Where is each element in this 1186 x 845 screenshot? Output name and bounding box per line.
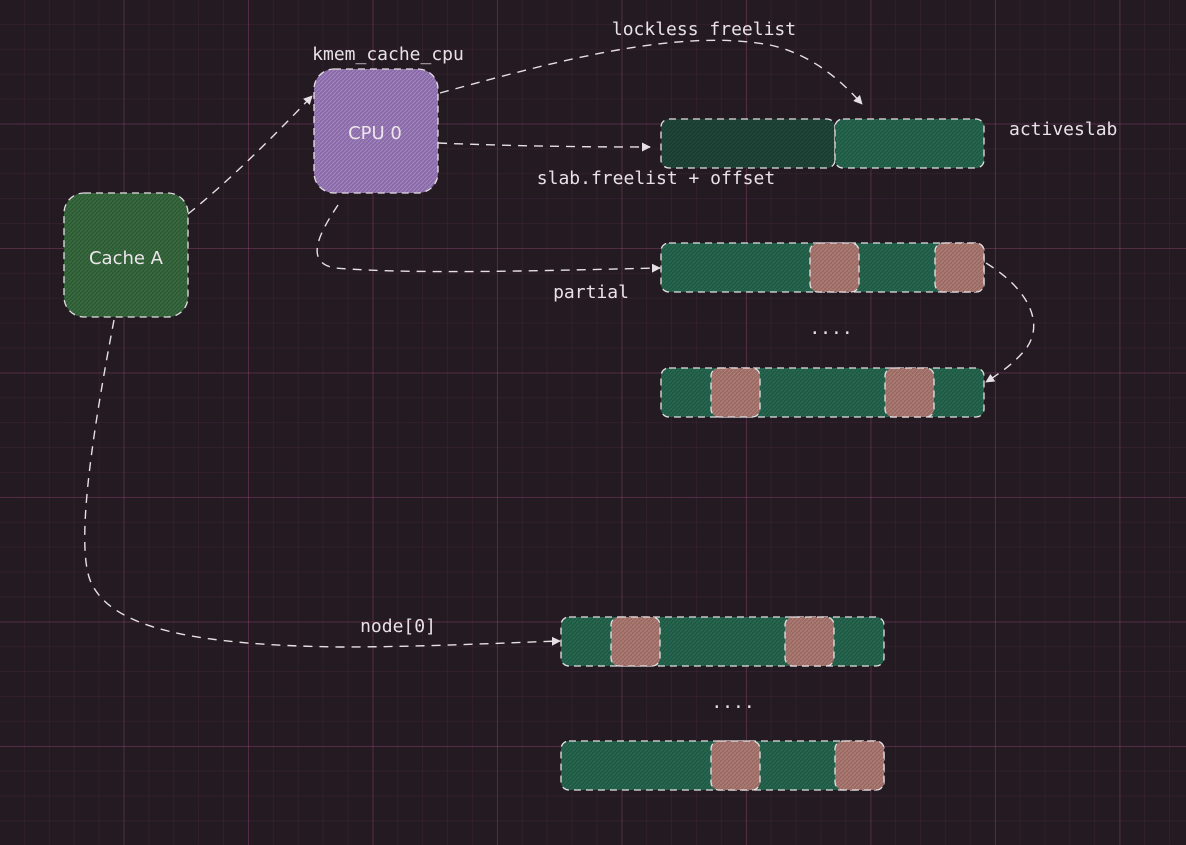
edge-partial (316, 204, 661, 273)
cpu-0-node[interactable]: CPU 0 (313, 68, 439, 194)
used-object (710, 740, 761, 791)
used-object (834, 740, 885, 791)
used-object (809, 242, 860, 293)
cache-a-node[interactable]: Cache A (63, 192, 189, 318)
used-object (784, 616, 835, 667)
used-object (610, 616, 661, 667)
slab-freelist-offset-label: slab.freelist + offset (537, 168, 775, 189)
node-slab-1 (560, 616, 885, 667)
kmem-cache-cpu-caption: kmem_cache_cpu (312, 44, 464, 65)
edge-partial-chain (985, 262, 1035, 383)
edge-node (84, 319, 561, 648)
active-slab-free-part (834, 118, 985, 169)
node-ellipsis: .... (711, 692, 754, 713)
used-object (884, 367, 935, 418)
edge-slab-freelist-offset (437, 142, 651, 152)
slub-allocator-diagram: Cache A kmem_cache_cpu CPU 0 activeslab … (63, 19, 1117, 791)
used-object (934, 242, 985, 293)
edge-lockless-freelist (439, 39, 863, 105)
cpu-0-label: CPU 0 (348, 123, 402, 144)
activeslab-label: activeslab (1009, 119, 1117, 140)
node-label: node[0] (360, 616, 436, 637)
cache-a-label: Cache A (89, 248, 164, 269)
partial-slab-2 (660, 367, 985, 418)
partial-label: partial (553, 282, 629, 303)
edge-cache-to-cpu (187, 95, 313, 215)
active-slab (660, 118, 985, 169)
used-object (710, 367, 761, 418)
partial-ellipsis: .... (809, 318, 852, 339)
lockless-freelist-label: lockless freelist (612, 19, 796, 40)
node-slab-2 (560, 740, 885, 791)
partial-slab-1 (660, 242, 985, 293)
active-slab-used-part (660, 118, 836, 169)
